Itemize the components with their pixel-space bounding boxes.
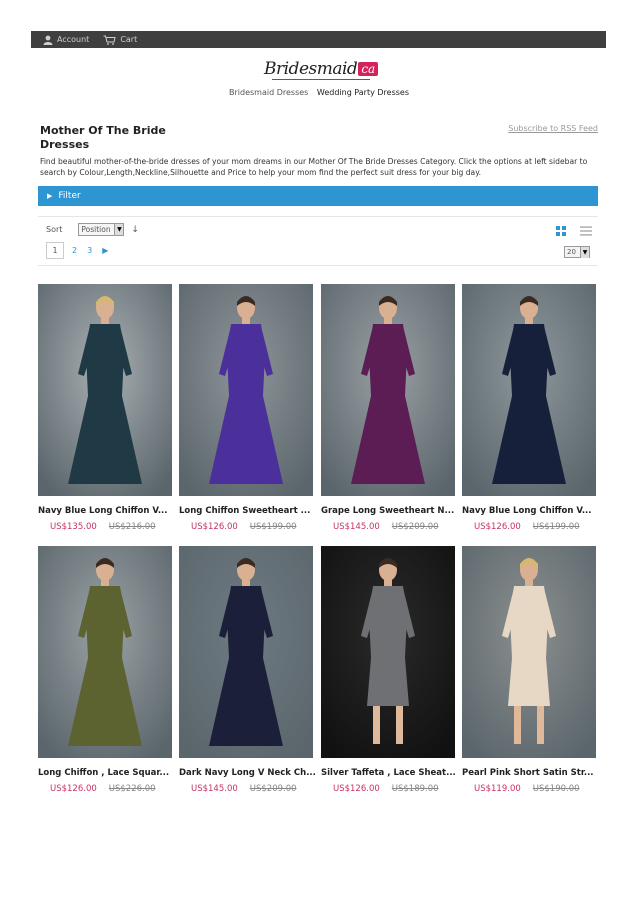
product-name[interactable]: Pearl Pink Short Satin Str... bbox=[462, 768, 600, 778]
logo-badge: ca bbox=[358, 62, 379, 76]
top-bar: Account Cart bbox=[31, 31, 606, 48]
sort-label: Sort bbox=[46, 225, 63, 234]
product-name[interactable]: Navy Blue Long Chiffon V... bbox=[462, 506, 600, 516]
next-page-icon[interactable]: ▶ bbox=[102, 246, 108, 255]
product-prices: US$126.00 US$226.00 bbox=[38, 784, 176, 794]
product-prices: US$135.00 US$216.00 bbox=[38, 522, 176, 532]
product-image[interactable] bbox=[462, 284, 596, 496]
product-card: Pearl Pink Short Satin Str... US$119.00 US… bbox=[462, 546, 600, 794]
caret-right-icon: ▶ bbox=[47, 192, 53, 200]
product-image[interactable] bbox=[321, 284, 455, 496]
product-old-price: US$209.00 bbox=[391, 522, 439, 532]
product-price: US$126.00 bbox=[474, 522, 521, 532]
product-prices: US$126.00 US$199.00 bbox=[462, 522, 600, 532]
account-link[interactable]: Account bbox=[43, 35, 89, 45]
page-title: Mother Of The Bride Dresses bbox=[40, 124, 166, 151]
sort-direction-icon[interactable]: ↓ bbox=[131, 225, 139, 235]
rss-link[interactable]: Subscribe to RSS Feed bbox=[508, 124, 598, 133]
product-price: US$119.00 bbox=[474, 784, 521, 794]
product-name[interactable]: Long Chiffon , Lace Squar... bbox=[38, 768, 176, 778]
product-name[interactable]: Grape Long Sweetheart N... bbox=[321, 506, 459, 516]
product-image[interactable] bbox=[179, 284, 313, 496]
product-card: Long Chiffon , Lace Squar... US$126.00 US$… bbox=[38, 546, 176, 794]
product-card: Grape Long Sweetheart N... US$145.00 US$20… bbox=[321, 284, 459, 532]
product-image[interactable] bbox=[179, 546, 313, 758]
limit-value: 20 bbox=[567, 248, 576, 256]
product-image[interactable] bbox=[321, 546, 455, 758]
sort-control: Sort Position ▼ ↓ bbox=[46, 223, 139, 236]
dropdown-arrow-icon: ▼ bbox=[114, 224, 124, 235]
account-label: Account bbox=[57, 35, 90, 44]
product-price: US$145.00 bbox=[191, 784, 238, 794]
product-price: US$126.00 bbox=[191, 522, 238, 532]
cart-label: Cart bbox=[120, 35, 138, 44]
product-prices: US$145.00 US$209.00 bbox=[321, 522, 459, 532]
category-description: Find beautiful mother-of-the-bride dress… bbox=[40, 157, 588, 177]
product-image[interactable] bbox=[462, 546, 596, 758]
product-price: US$145.00 bbox=[333, 522, 380, 532]
list-view-icon[interactable] bbox=[580, 226, 592, 236]
product-old-price: US$199.00 bbox=[249, 522, 297, 532]
filter-label: Filter bbox=[58, 191, 81, 201]
page-current: 1 bbox=[46, 242, 64, 259]
cart-icon bbox=[103, 35, 116, 45]
product-card: Dark Navy Long V Neck Ch... US$145.00 US$2… bbox=[179, 546, 317, 794]
grid-view-icon[interactable] bbox=[556, 226, 566, 236]
product-card: Long Chiffon Sweetheart ... US$126.00 US$1… bbox=[179, 284, 317, 532]
product-price: US$126.00 bbox=[333, 784, 380, 794]
product-card: Navy Blue Long Chiffon V... US$126.00 US$1… bbox=[462, 284, 600, 532]
product-card: Navy Blue Long Chiffon V... US$135.00 US$2… bbox=[38, 284, 176, 532]
product-prices: US$145.00 US$209.00 bbox=[179, 784, 317, 794]
product-price: US$135.00 bbox=[50, 522, 97, 532]
product-old-price: US$209.00 bbox=[249, 784, 297, 794]
product-prices: US$119.00 US$190.00 bbox=[462, 784, 600, 794]
product-prices: US$126.00 US$199.00 bbox=[179, 522, 317, 532]
logo-text: Bridesmaid bbox=[264, 59, 358, 79]
limit-select[interactable]: 20 ▼ bbox=[564, 246, 590, 258]
product-prices: US$126.00 US$189.00 bbox=[321, 784, 459, 794]
sort-select[interactable]: Position ▼ bbox=[78, 223, 125, 236]
product-old-price: US$216.00 bbox=[108, 522, 156, 532]
nav-item-bridesmaid-dresses[interactable]: Bridesmaid Dresses bbox=[229, 88, 308, 97]
page-link-2[interactable]: 2 bbox=[72, 246, 77, 255]
dropdown-arrow-icon: ▼ bbox=[580, 246, 589, 258]
sort-value: Position bbox=[81, 225, 111, 234]
product-old-price: US$190.00 bbox=[532, 784, 580, 794]
nav-item-wedding-party-dresses[interactable]: Wedding Party Dresses bbox=[317, 88, 409, 97]
product-image[interactable] bbox=[38, 284, 172, 496]
site-logo[interactable]: Bridesmaid ca bbox=[264, 56, 379, 82]
product-old-price: US$226.00 bbox=[108, 784, 156, 794]
product-price: US$126.00 bbox=[50, 784, 97, 794]
product-name[interactable]: Navy Blue Long Chiffon V... bbox=[38, 506, 176, 516]
logo-underline bbox=[272, 79, 370, 80]
main-nav: Bridesmaid Dresses Wedding Party Dresses bbox=[0, 88, 638, 97]
product-old-price: US$199.00 bbox=[532, 522, 580, 532]
product-old-price: US$189.00 bbox=[391, 784, 439, 794]
product-name[interactable]: Silver Taffeta , Lace Sheat... bbox=[321, 768, 459, 778]
product-image[interactable] bbox=[38, 546, 172, 758]
product-card: Silver Taffeta , Lace Sheat... US$126.00 U… bbox=[321, 546, 459, 794]
product-name[interactable]: Dark Navy Long V Neck Ch... bbox=[179, 768, 317, 778]
cart-link[interactable]: Cart bbox=[103, 35, 137, 45]
page-link-3[interactable]: 3 bbox=[87, 246, 92, 255]
product-name[interactable]: Long Chiffon Sweetheart ... bbox=[179, 506, 317, 516]
pagination: 1 2 3 ▶ bbox=[46, 242, 118, 259]
toolbar: Sort Position ▼ ↓ 1 2 3 ▶ 20 ▼ bbox=[38, 216, 598, 266]
filter-toggle[interactable]: ▶ Filter bbox=[38, 186, 598, 206]
user-icon bbox=[43, 35, 53, 45]
